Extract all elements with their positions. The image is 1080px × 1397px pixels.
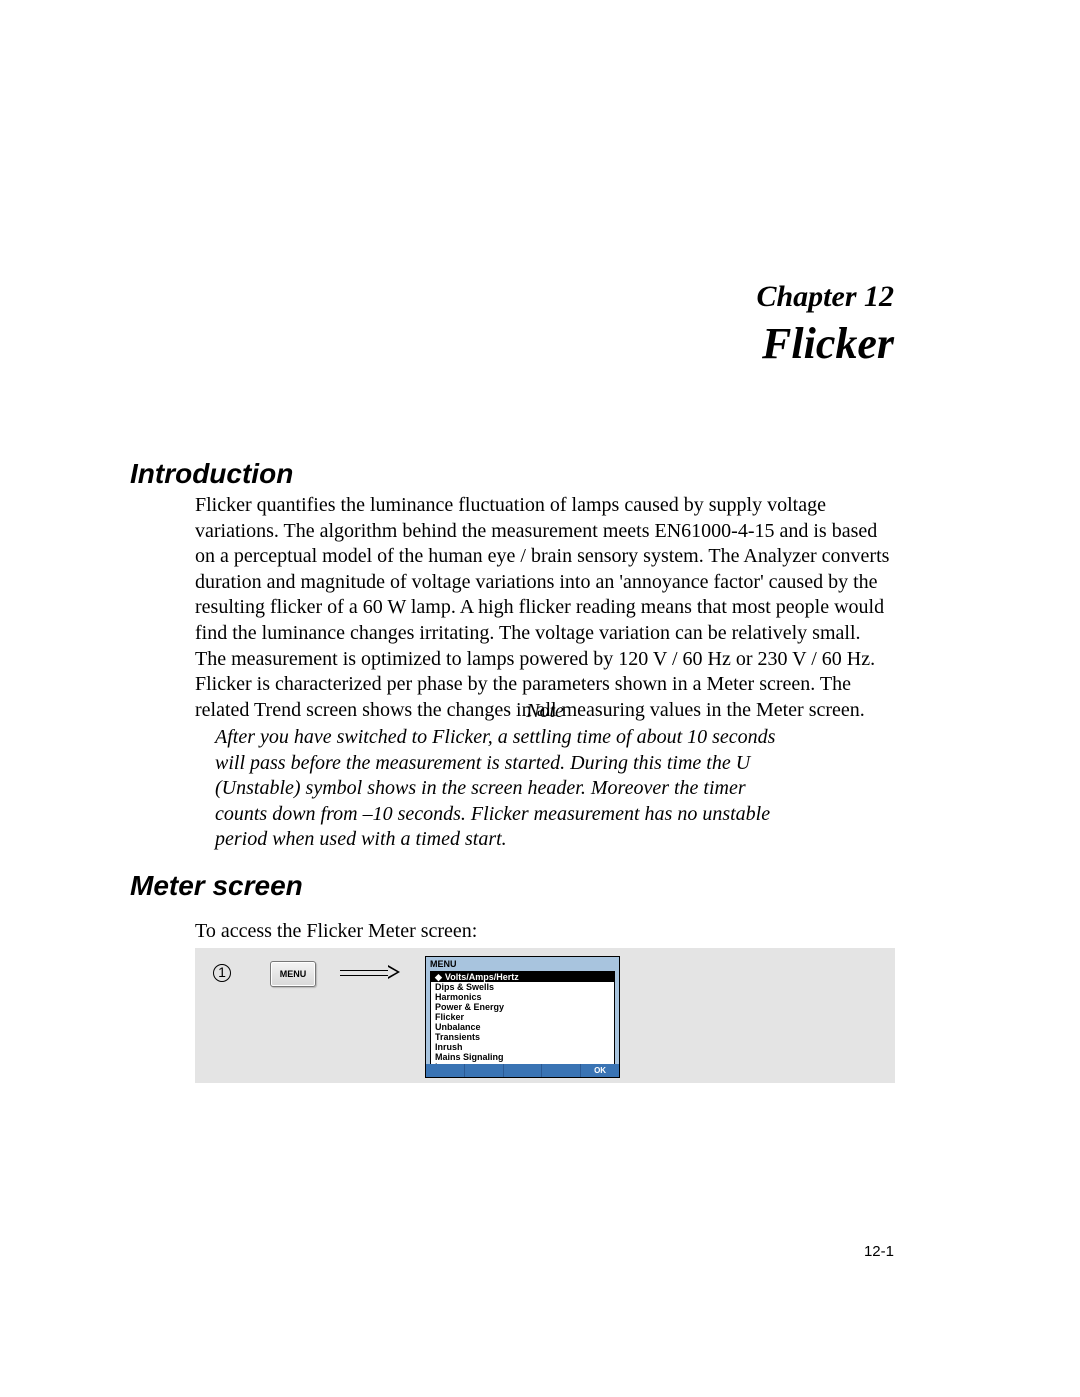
page-number: 12-1 bbox=[864, 1243, 894, 1260]
arrow-icon bbox=[340, 966, 400, 980]
device-menu-item-label: Volts/Amps/Hertz bbox=[445, 972, 519, 982]
note-label: Note bbox=[195, 700, 895, 723]
step-number-1: 1 bbox=[213, 964, 231, 982]
section-heading-introduction: Introduction bbox=[130, 458, 293, 490]
softkey-empty bbox=[465, 1064, 504, 1077]
device-menu-item: Mains Signaling bbox=[431, 1052, 614, 1062]
device-menu-item-selected: ◆Volts/Amps/Hertz bbox=[431, 972, 614, 982]
device-menu-item: Flicker bbox=[431, 1012, 614, 1022]
note-body: After you have switched to Flicker, a se… bbox=[215, 725, 780, 853]
device-menu-list: ◆Volts/Amps/Hertz Dips & Swells Harmonic… bbox=[430, 971, 615, 1073]
device-softkey-bar: OK bbox=[426, 1064, 619, 1077]
meter-access-line: To access the Flicker Meter screen: bbox=[195, 920, 477, 943]
device-menu-item: Harmonics bbox=[431, 992, 614, 1002]
device-menu-item: Power & Energy bbox=[431, 1002, 614, 1012]
device-menu-item: Inrush bbox=[431, 1042, 614, 1052]
device-menu-item: Unbalance bbox=[431, 1022, 614, 1032]
figure-meter-access: 1 MENU MENU ◆Volts/Amps/Hertz Dips & Swe… bbox=[195, 948, 895, 1083]
document-page: Chapter 12 Flicker Introduction Flicker … bbox=[0, 0, 1080, 1397]
section-heading-meter-screen: Meter screen bbox=[130, 870, 303, 902]
device-menu-screenshot: MENU ◆Volts/Amps/Hertz Dips & Swells Har… bbox=[425, 956, 620, 1078]
softkey-empty bbox=[426, 1064, 465, 1077]
chapter-header: Chapter 12 Flicker bbox=[756, 280, 894, 369]
menu-hard-button: MENU bbox=[270, 961, 316, 987]
chapter-title: Flicker bbox=[756, 318, 894, 369]
device-menu-item: Transients bbox=[431, 1032, 614, 1042]
updown-icon: ◆ bbox=[435, 972, 442, 982]
softkey-empty bbox=[542, 1064, 581, 1077]
softkey-empty bbox=[504, 1064, 543, 1077]
chapter-label: Chapter 12 bbox=[756, 280, 894, 314]
device-menu-item: Dips & Swells bbox=[431, 982, 614, 992]
softkey-ok: OK bbox=[581, 1064, 619, 1077]
device-menu-title: MENU bbox=[426, 957, 619, 971]
introduction-body: Flicker quantifies the luminance fluctua… bbox=[195, 493, 895, 723]
